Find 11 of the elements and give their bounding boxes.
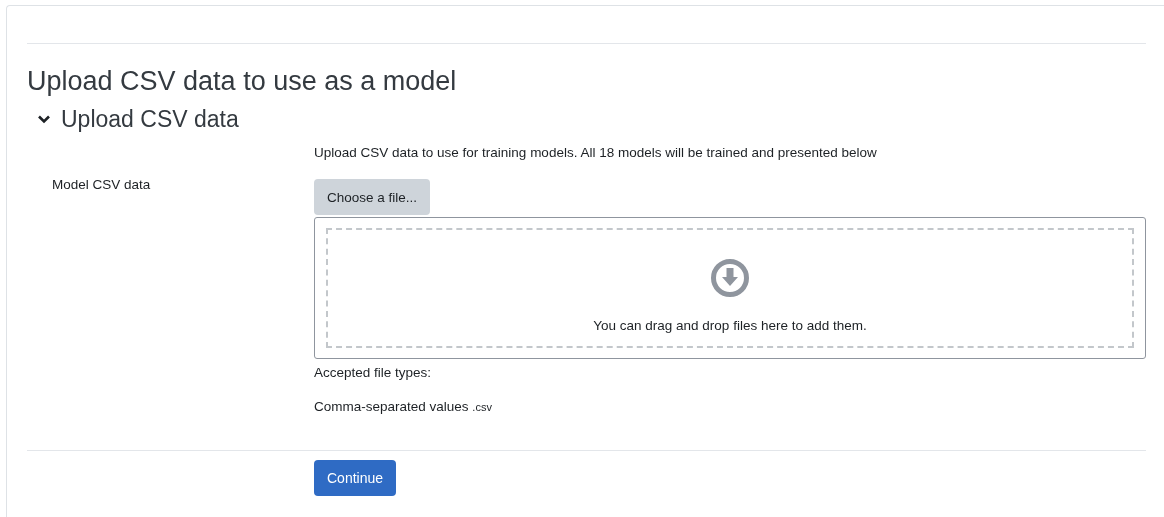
dropzone-text: You can drag and drop files here to add them.	[593, 318, 867, 333]
page-heading: Upload CSV data to use as a model	[27, 65, 458, 98]
file-type-text: Comma-separated values .csv	[314, 399, 493, 414]
description-text: Upload CSV data to use for training models. All 18 models will be trained and presented below	[314, 144, 878, 162]
field-label: Model CSV data	[52, 177, 151, 192]
choose-file-button[interactable]: Choose a file...	[314, 179, 431, 215]
accepted-types-label: Accepted file types:	[314, 365, 433, 380]
dropzone[interactable]: You can drag and drop files here to add them.	[314, 217, 1146, 359]
section-title[interactable]: Upload CSV data	[61, 104, 239, 134]
continue-button[interactable]: Continue	[314, 460, 397, 496]
download-icon	[710, 258, 750, 298]
